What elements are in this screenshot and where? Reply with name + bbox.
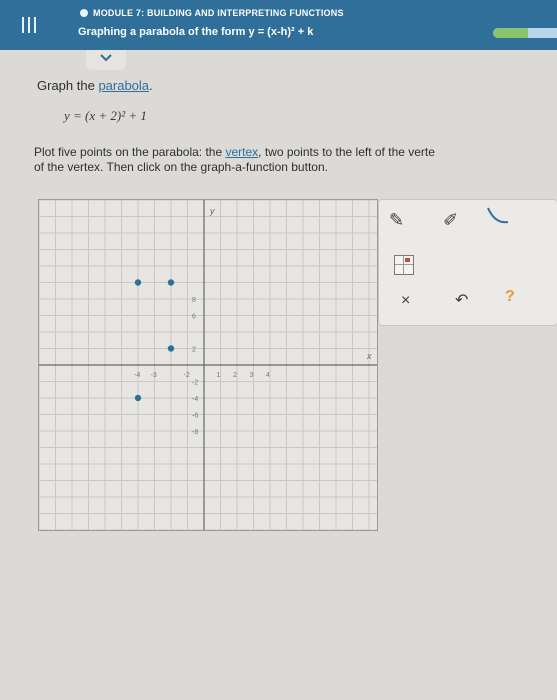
- x-tick-label: 3: [250, 372, 254, 379]
- pencil-icon[interactable]: ✐: [443, 210, 458, 231]
- y-tick-label: -6: [192, 413, 198, 420]
- module-status-icon: [80, 9, 88, 17]
- progress-fill: [493, 28, 529, 38]
- module-title: MODULE 7: BUILDING AND INTERPRETING FUNC…: [80, 8, 344, 18]
- tool-panel: ✎ ✐ × ↶ ?: [378, 199, 557, 326]
- menu-icon[interactable]: [20, 16, 38, 34]
- x-tick-label: -2: [184, 372, 190, 379]
- y-tick-label: -2: [192, 380, 198, 387]
- x-tick-label: 1: [217, 372, 221, 379]
- help-icon[interactable]: ?: [505, 288, 515, 306]
- plot-instruction-part2: , two points to the left of the verte: [258, 145, 435, 159]
- module-label: MODULE 7: BUILDING AND INTERPRETING FUNC…: [93, 8, 344, 18]
- instruction-suffix: .: [149, 78, 153, 93]
- y-tick-label: -4: [192, 396, 198, 403]
- x-tick-label: 2: [233, 372, 237, 379]
- plot-instruction-line2: of the vertex. Then click on the graph-a…: [34, 160, 328, 174]
- coordinate-grid[interactable]: x y -4 -3 -2 1 2 3 4 8 6 2 -2 -4 -6 -8: [38, 199, 377, 531]
- curve-icon[interactable]: [485, 204, 511, 226]
- x-axis-label: x: [366, 351, 372, 361]
- y-tick-label: 8: [192, 297, 196, 304]
- topic-title: Graphing a parabola of the form y = (x-h…: [78, 26, 314, 38]
- equation: y = (x + 2)² + 1: [64, 108, 147, 123]
- y-axis-label: y: [209, 206, 215, 216]
- instruction-prefix: Graph the: [37, 78, 99, 93]
- graph-function-icon[interactable]: [394, 255, 414, 275]
- plot-instruction-part1: Plot five points on the parabola: the: [34, 145, 226, 159]
- plotted-point: [134, 394, 142, 402]
- y-tick-label: 6: [192, 314, 196, 321]
- x-tick-label: 4: [266, 372, 270, 379]
- vertex-link[interactable]: vertex: [225, 145, 258, 159]
- plotted-point: [167, 279, 175, 286]
- x-tick-label: -3: [151, 372, 157, 379]
- y-tick-label: -8: [192, 429, 198, 436]
- x-tick-label: -4: [134, 372, 140, 379]
- plotted-point: [167, 345, 175, 352]
- y-tick-label: 2: [192, 347, 196, 354]
- eraser-icon[interactable]: ✎: [389, 210, 404, 231]
- plot-instruction: Plot five points on the parabola: the ve…: [34, 145, 557, 175]
- close-icon[interactable]: ×: [401, 292, 410, 310]
- progress-bar: [493, 28, 557, 38]
- graph-area[interactable]: x y -4 -3 -2 1 2 3 4 8 6 2 -2 -4 -6 -8: [38, 199, 378, 531]
- collapse-chevron-icon[interactable]: [86, 50, 126, 70]
- parabola-link[interactable]: parabola: [98, 78, 149, 93]
- top-bar: MODULE 7: BUILDING AND INTERPRETING FUNC…: [0, 0, 557, 50]
- undo-icon[interactable]: ↶: [455, 290, 468, 310]
- plotted-point: [134, 279, 142, 286]
- instruction: Graph the parabola.: [37, 78, 153, 93]
